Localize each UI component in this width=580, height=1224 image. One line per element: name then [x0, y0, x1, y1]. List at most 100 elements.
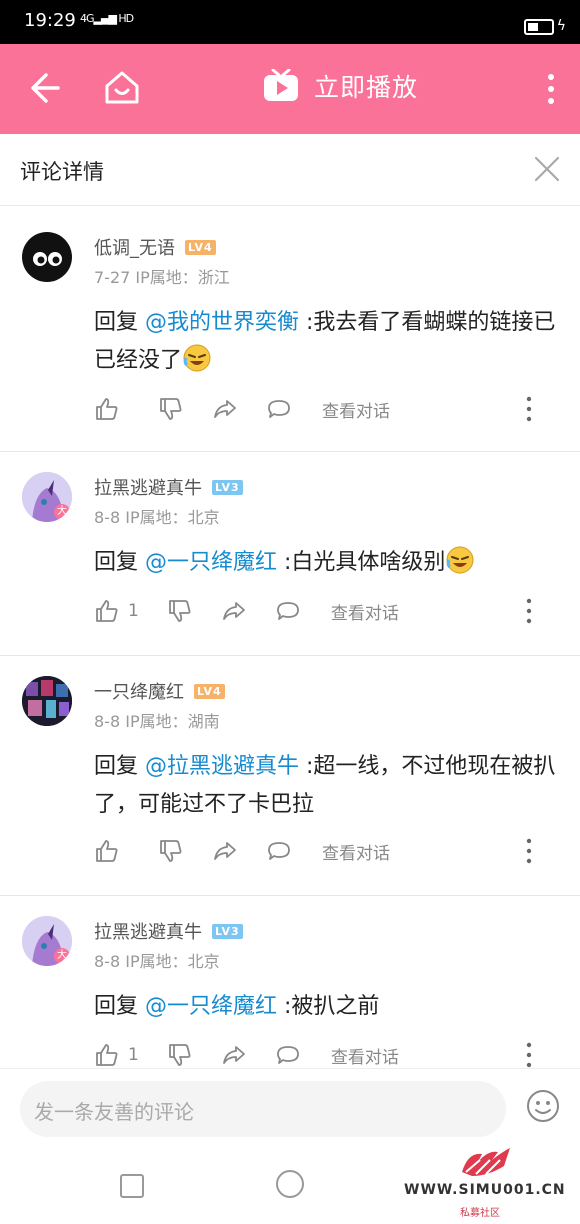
watermark-logo-icon	[462, 1148, 510, 1176]
view-conversation-link[interactable]: 查看对话	[322, 839, 390, 864]
comment-item: 一只绛魔红 LV4 8-8 IP属地：湖南 回复 @拉黑逃避真牛 :超一线，不过…	[0, 656, 580, 896]
mention-link[interactable]: @一只绛魔红	[145, 550, 277, 575]
share-button[interactable]	[221, 598, 247, 624]
signal-icon: 4G▂▄▆ HD	[80, 12, 134, 25]
like-button[interactable]: 1	[94, 598, 139, 624]
level-badge: LV4	[185, 239, 216, 255]
crying-laugh-emoji-icon	[183, 344, 211, 372]
mention-link[interactable]: @我的世界奕衡	[145, 310, 299, 335]
comment-bubble-icon	[268, 842, 290, 860]
avatar[interactable]: 大	[22, 472, 72, 522]
view-conversation-link[interactable]: 查看对话	[322, 397, 390, 422]
home-icon[interactable]	[102, 68, 142, 108]
mention-link[interactable]: @拉黑逃避真牛	[145, 754, 299, 779]
comment-meta: 7-27 IP属地：浙江	[94, 268, 230, 287]
share-icon	[214, 842, 236, 860]
dislike-button[interactable]	[158, 396, 184, 422]
watermark-url: WWW.SIMU001.CN	[404, 1182, 566, 1198]
comment-input[interactable]: 发一条友善的评论	[20, 1081, 506, 1137]
share-button[interactable]	[221, 1042, 247, 1068]
like-button[interactable]: 1	[94, 1042, 139, 1068]
reply-button[interactable]	[266, 838, 292, 864]
username-row: 拉黑逃避真牛 LV3	[94, 918, 243, 944]
comment-actions: 查看对话	[94, 394, 540, 424]
sheet-title: 评论详情	[20, 160, 104, 184]
comment-meta: 8-8 IP属地：北京	[94, 952, 220, 971]
more-vertical-icon[interactable]	[546, 72, 556, 106]
comment-actions: 查看对话	[94, 836, 540, 866]
recent-apps-icon[interactable]	[120, 1174, 144, 1198]
thumbs-down-icon	[168, 600, 191, 622]
username[interactable]: 低调_无语	[94, 234, 175, 260]
more-vertical-icon[interactable]	[526, 598, 532, 624]
view-conversation-link[interactable]: 查看对话	[331, 599, 399, 624]
crying-laugh-emoji-icon	[446, 546, 474, 574]
comment-bubble-icon	[268, 400, 290, 418]
share-button[interactable]	[212, 396, 238, 422]
level-badge: LV4	[194, 683, 225, 699]
close-icon[interactable]	[532, 154, 562, 184]
share-button[interactable]	[212, 838, 238, 864]
level-badge: LV3	[212, 479, 243, 495]
play-now-button[interactable]: 立即播放	[262, 68, 418, 104]
comment-item: 大 拉黑逃避真牛 LV3 8-8 IP属地：北京 回复 @一只绛魔红 :被扒之前…	[0, 896, 580, 1068]
status-time: 19:29	[24, 10, 76, 31]
thumbs-down-icon	[160, 398, 182, 420]
avatar[interactable]	[22, 232, 72, 282]
username[interactable]: 拉黑逃避真牛	[94, 474, 202, 500]
dislike-button[interactable]	[167, 598, 193, 624]
thumbs-down-icon	[160, 840, 182, 862]
mention-link[interactable]: @一只绛魔红	[145, 994, 277, 1019]
more-vertical-icon[interactable]	[526, 838, 532, 864]
comment-detail-header: 评论详情	[0, 134, 580, 206]
emoji-picker-icon[interactable]	[526, 1089, 560, 1123]
share-icon	[222, 1046, 245, 1064]
comment-item: 大 拉黑逃避真牛 LV3 8-8 IP属地：北京 回复 @一只绛魔红 :白光具体…	[0, 452, 580, 656]
view-conversation-link[interactable]: 查看对话	[331, 1043, 399, 1068]
username-row: 拉黑逃避真牛 LV3	[94, 474, 243, 500]
thumbs-up-icon	[96, 840, 118, 862]
home-nav-icon[interactable]	[276, 1170, 304, 1198]
charging-icon: ϟ	[556, 18, 566, 34]
thumbs-up-icon	[96, 398, 118, 420]
watermark-subtitle: 私募社区	[460, 1208, 500, 1219]
level-badge: LV3	[212, 923, 243, 939]
reply-button[interactable]	[266, 396, 292, 422]
share-icon	[222, 602, 245, 620]
reply-button[interactable]	[275, 598, 301, 624]
more-vertical-icon[interactable]	[526, 1042, 532, 1068]
comment-content: 回复 @我的世界奕衡 :我去看了看蝴蝶的链接已已经没了	[94, 310, 556, 373]
reply-button[interactable]	[275, 1042, 301, 1068]
comment-list[interactable]: 低调_无语 LV4 7-27 IP属地：浙江 回复 @我的世界奕衡 :我去看了看…	[0, 212, 580, 1068]
username[interactable]: 一只绛魔红	[94, 678, 184, 704]
dislike-button[interactable]	[167, 1042, 193, 1068]
dislike-button[interactable]	[158, 838, 184, 864]
avatar[interactable]	[22, 676, 72, 726]
comment-content: 回复 @一只绛魔红 :被扒之前	[94, 994, 380, 1019]
comment-bubble-icon	[276, 602, 299, 620]
like-button[interactable]	[94, 396, 128, 422]
more-vertical-icon[interactable]	[526, 396, 532, 422]
comment-item: 低调_无语 LV4 7-27 IP属地：浙江 回复 @我的世界奕衡 :我去看了看…	[0, 212, 580, 452]
comment-content: 回复 @一只绛魔红 :白光具体啥级别	[94, 544, 556, 582]
back-arrow-icon[interactable]	[28, 66, 68, 110]
comment-actions: 1 查看对话	[94, 1040, 540, 1068]
username[interactable]: 拉黑逃避真牛	[94, 918, 202, 944]
share-icon	[214, 400, 236, 418]
like-button[interactable]	[94, 838, 128, 864]
username-row: 低调_无语 LV4	[94, 234, 216, 260]
username-row: 一只绛魔红 LV4	[94, 678, 225, 704]
thumbs-up-icon	[96, 1044, 118, 1066]
thumbs-up-icon	[96, 600, 118, 622]
play-now-label: 立即播放	[314, 73, 419, 102]
comment-bubble-icon	[276, 1046, 299, 1064]
watermark: WWW.SIMU001.CN 私募社区	[404, 1142, 572, 1222]
battery-icon	[524, 19, 554, 35]
tv-play-icon	[264, 69, 298, 101]
avatar[interactable]: 大	[22, 916, 72, 966]
comment-actions: 1 查看对话	[94, 596, 540, 626]
app-bar: 立即播放	[0, 44, 580, 134]
comment-meta: 8-8 IP属地：湖南	[94, 712, 220, 731]
comment-meta: 8-8 IP属地：北京	[94, 508, 220, 527]
comment-input-bar: 发一条友善的评论	[0, 1068, 580, 1148]
